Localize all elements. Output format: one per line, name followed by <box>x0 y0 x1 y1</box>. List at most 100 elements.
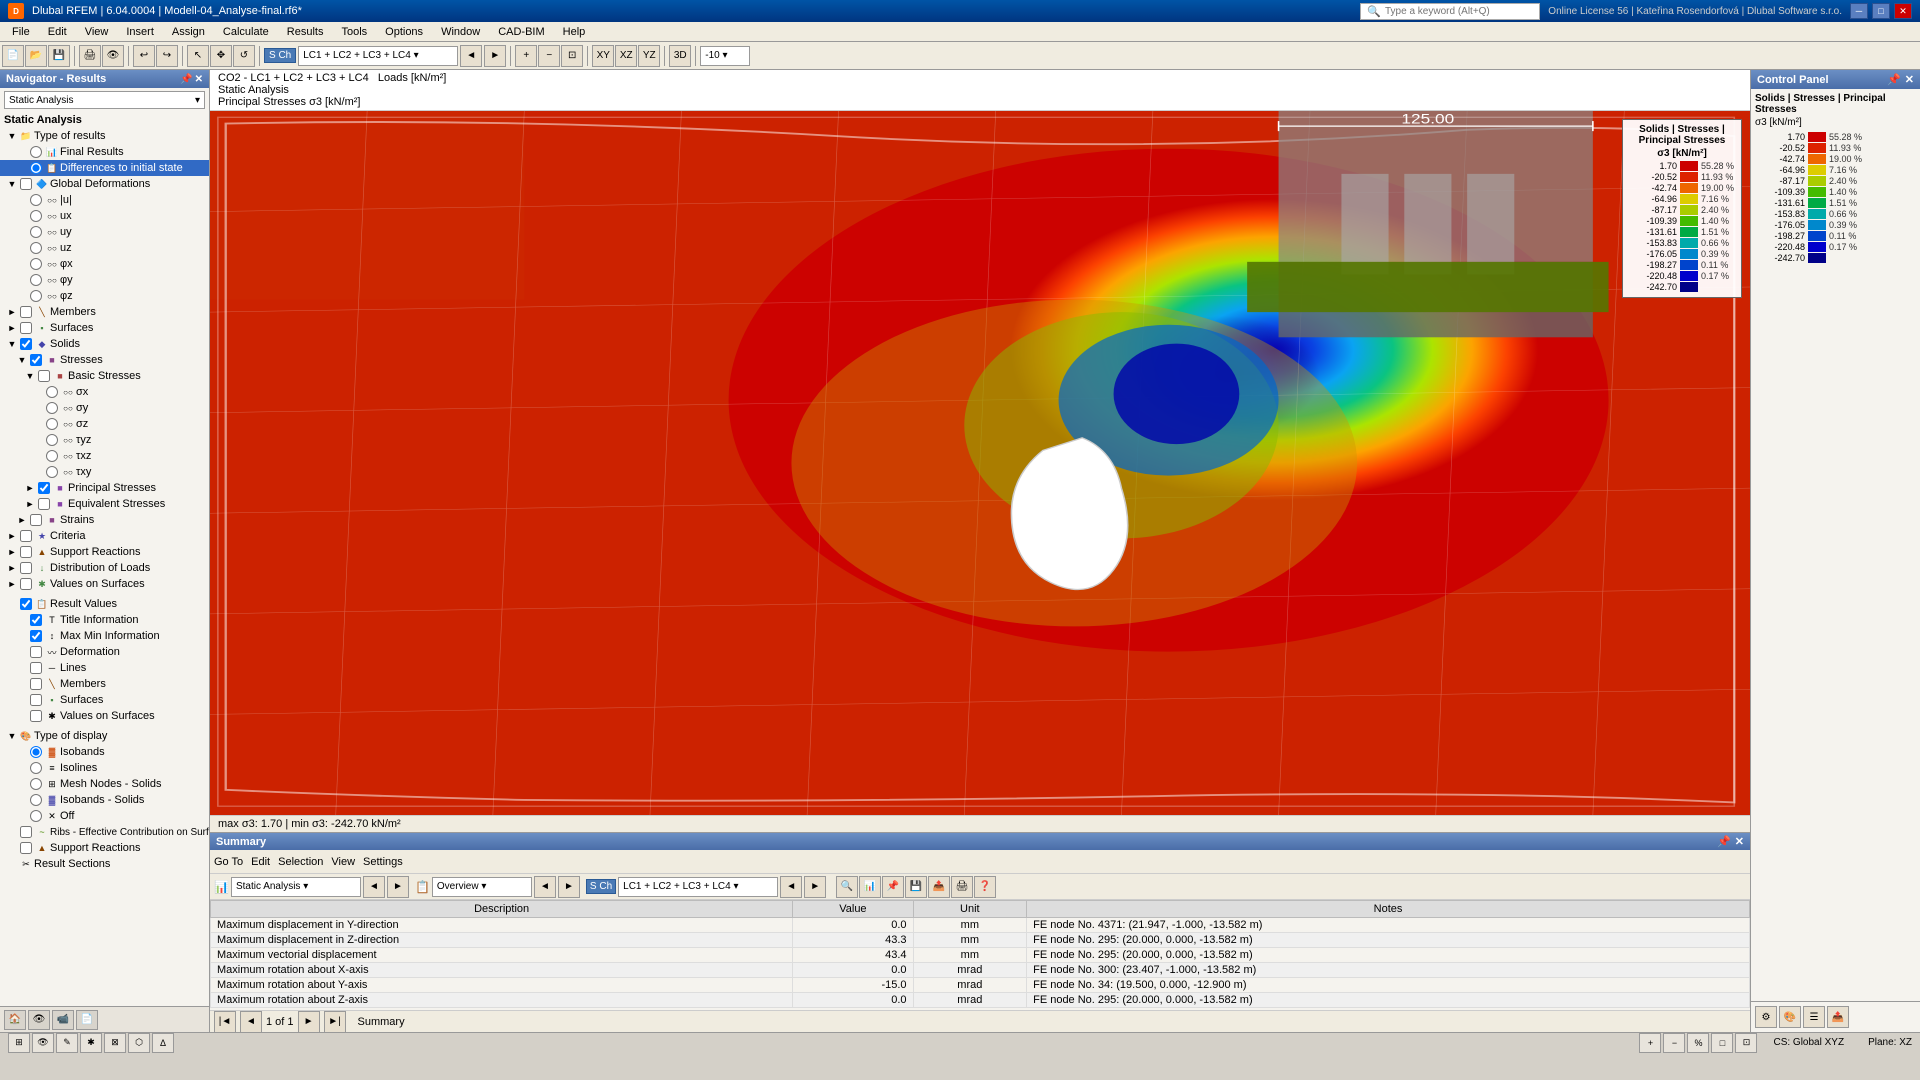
nav-sigma-x[interactable]: ○○ σx <box>0 384 209 400</box>
undo-button[interactable]: ↩ <box>133 45 155 67</box>
next-combo-summary[interactable]: ► <box>804 876 826 898</box>
new-button[interactable]: 📄 <box>2 45 24 67</box>
nav-u[interactable]: ○○ |u| <box>0 192 209 208</box>
surfaces-checkbox[interactable] <box>20 322 32 334</box>
expand-icon[interactable]: ▼ <box>6 131 18 141</box>
nav-values-on-surfaces[interactable]: ► ✱ Values on Surfaces <box>0 576 209 592</box>
max-min-checkbox[interactable] <box>30 630 42 642</box>
redo-button[interactable]: ↪ <box>156 45 178 67</box>
menu-calculate[interactable]: Calculate <box>215 24 277 40</box>
nav-uy[interactable]: ○○ uy <box>0 224 209 240</box>
nav-phix[interactable]: ○○ φx <box>0 256 209 272</box>
nav-basic-stresses[interactable]: ▼ ■ Basic Stresses <box>0 368 209 384</box>
menu-help[interactable]: Help <box>555 24 594 40</box>
menu-results[interactable]: Results <box>279 24 332 40</box>
nav-tau-yz[interactable]: ○○ τyz <box>0 432 209 448</box>
cp-btn3[interactable]: ☰ <box>1803 1006 1825 1028</box>
deformation-checkbox[interactable] <box>30 646 42 658</box>
nav-type-of-results[interactable]: ▼ 📁 Type of results <box>0 128 209 144</box>
nav-lines[interactable]: ─ Lines <box>0 660 209 676</box>
menu-tools[interactable]: Tools <box>333 24 375 40</box>
status-right5[interactable]: ⊡ <box>1735 1033 1757 1053</box>
summary-tab[interactable]: Summary <box>358 1016 405 1028</box>
sigma-y-radio[interactable] <box>46 402 58 414</box>
nav-principal-stresses[interactable]: ► ■ Principal Stresses <box>0 480 209 496</box>
nav-max-min-information[interactable]: ↕ Max Min Information <box>0 628 209 644</box>
nav-stresses[interactable]: ▼ ■ Stresses <box>0 352 209 368</box>
nav-title-information[interactable]: T Title Information <box>0 612 209 628</box>
phiy-radio[interactable] <box>30 274 42 286</box>
ribs-checkbox[interactable] <box>20 826 32 838</box>
minimize-button[interactable]: ─ <box>1850 3 1868 19</box>
prev-view-button[interactable]: ◄ <box>534 876 556 898</box>
overview-select[interactable]: Overview ▾ <box>432 877 532 897</box>
nav-result-values[interactable]: 📋 Result Values <box>0 596 209 612</box>
status-btn4[interactable]: ✱ <box>80 1033 102 1053</box>
nav-off[interactable]: ✕ Off <box>0 808 209 824</box>
principal-stresses-checkbox[interactable] <box>38 482 50 494</box>
uz-radio[interactable] <box>30 242 42 254</box>
print-preview-button[interactable]: 👁 <box>102 45 124 67</box>
prev-combo-button[interactable]: ◄ <box>460 45 482 67</box>
strains-checkbox[interactable] <box>30 514 42 526</box>
val-surf2-checkbox[interactable] <box>30 710 42 722</box>
analysis-type-select[interactable]: Static Analysis ▾ <box>231 877 361 897</box>
goto-menu[interactable]: Go To <box>214 856 243 868</box>
open-button[interactable]: 📂 <box>25 45 47 67</box>
selection-menu[interactable]: Selection <box>278 856 323 868</box>
save-button[interactable]: 💾 <box>48 45 70 67</box>
sigma-x-radio[interactable] <box>46 386 58 398</box>
sigma-z-radio[interactable] <box>46 418 58 430</box>
sum-tb1[interactable]: 🔍 <box>836 876 858 898</box>
nav-home-button[interactable]: 🏠 <box>4 1010 26 1030</box>
viewport[interactable]: 125.00 Solids | Stresses | Principal Str… <box>210 111 1750 815</box>
next-analysis-button[interactable]: ► <box>387 876 409 898</box>
menu-window[interactable]: Window <box>433 24 488 40</box>
next-view-button[interactable]: ► <box>558 876 580 898</box>
status-btn3[interactable]: ✎ <box>56 1033 78 1053</box>
nav-pin-icon[interactable]: 📌 <box>180 74 192 85</box>
nav-members-2[interactable]: ╲ Members <box>0 676 209 692</box>
nav-report-button[interactable]: 📄 <box>76 1010 98 1030</box>
menu-options[interactable]: Options <box>377 24 431 40</box>
nav-surfaces[interactable]: ► ▪ Surfaces <box>0 320 209 336</box>
table-row[interactable]: Maximum rotation about Y-axis -15.0 mrad… <box>211 978 1750 993</box>
nav-differences[interactable]: 📋 Differences to initial state <box>0 160 209 176</box>
nav-deformation[interactable]: 〰 Deformation <box>0 644 209 660</box>
nav-tau-xz[interactable]: ○○ τxz <box>0 448 209 464</box>
view-menu[interactable]: View <box>331 856 355 868</box>
menu-view[interactable]: View <box>77 24 117 40</box>
nav-solids[interactable]: ▼ ◆ Solids <box>0 336 209 352</box>
u-radio[interactable] <box>30 194 42 206</box>
cp-btn1[interactable]: ⚙ <box>1755 1006 1777 1028</box>
nav-surfaces-2[interactable]: ▪ Surfaces <box>0 692 209 708</box>
solids-checkbox[interactable] <box>20 338 32 350</box>
summary-pin-icon[interactable]: 📌 <box>1717 835 1731 848</box>
table-row[interactable]: Maximum rotation about Z-axis 0.0 mrad F… <box>211 993 1750 1008</box>
combo-select-summary[interactable]: LC1 + LC2 + LC3 + LC4 ▾ <box>618 877 778 897</box>
zoom-in-button[interactable]: + <box>515 45 537 67</box>
result-values-checkbox[interactable] <box>20 598 32 610</box>
view-xz-button[interactable]: XZ <box>615 45 637 67</box>
select-button[interactable]: ↖ <box>187 45 209 67</box>
dist-loads-checkbox[interactable] <box>20 562 32 574</box>
maximize-button[interactable]: □ <box>1872 3 1890 19</box>
sum-tb4[interactable]: 💾 <box>905 876 927 898</box>
prev-page-button[interactable]: ◄ <box>240 1011 262 1033</box>
sum-tb2[interactable]: 📊 <box>859 876 881 898</box>
combination-dropdown[interactable]: LC1 + LC2 + LC3 + LC4 ▾ <box>298 46 458 66</box>
nav-criteria[interactable]: ► ★ Criteria <box>0 528 209 544</box>
window-controls[interactable]: ─ □ ✕ <box>1850 3 1912 19</box>
zoom-out-button[interactable]: − <box>538 45 560 67</box>
nav-isobands-solids[interactable]: ▓ Isobands - Solids <box>0 792 209 808</box>
search-input[interactable] <box>1385 6 1525 17</box>
nav-members[interactable]: ► ╲ Members <box>0 304 209 320</box>
nav-result-sections[interactable]: ✂ Result Sections <box>0 856 209 872</box>
nav-final-results[interactable]: 📊 Final Results <box>0 144 209 160</box>
criteria-checkbox[interactable] <box>20 530 32 542</box>
table-row[interactable]: Maximum displacement in Y-direction 0.0 … <box>211 918 1750 933</box>
sum-tb5[interactable]: 📤 <box>928 876 950 898</box>
menu-cad-bim[interactable]: CAD-BIM <box>490 24 552 40</box>
nav-distribution-of-loads[interactable]: ► ↓ Distribution of Loads <box>0 560 209 576</box>
print-button[interactable]: 🖨 <box>79 45 101 67</box>
